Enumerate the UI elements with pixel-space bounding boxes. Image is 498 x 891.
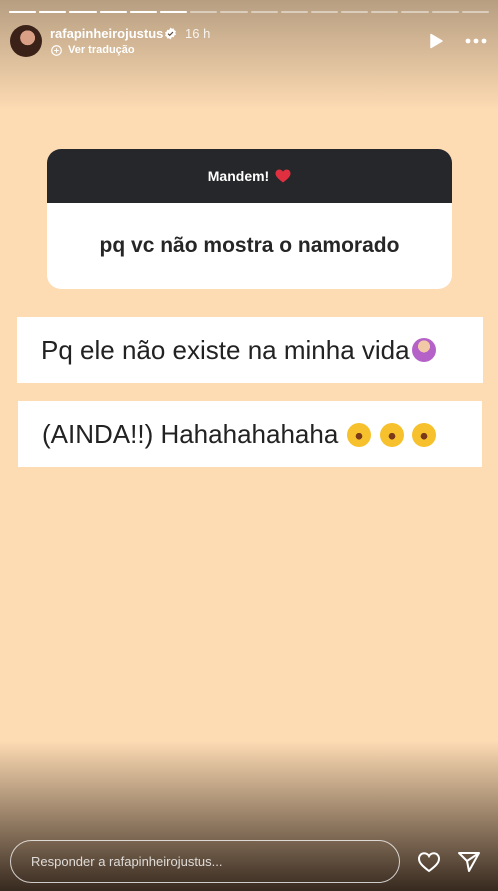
progress-segment [401, 11, 429, 13]
verified-badge-icon [165, 27, 176, 40]
red-heart-emoji-icon [275, 169, 291, 183]
question-prompt-text: Mandem! [207, 168, 270, 184]
progress-segment [461, 11, 489, 13]
progress-segment-fill [129, 11, 157, 13]
progress-segment [250, 11, 278, 13]
progress-segment [371, 11, 399, 13]
progress-segment [310, 11, 339, 13]
progress-segment-fill [99, 11, 127, 13]
rolling-laughing-emoji-icon [379, 422, 404, 447]
progress-segment-fill [159, 11, 188, 13]
laughing-emojis [346, 419, 436, 450]
progress-segment [431, 11, 459, 13]
question-text: pq vc não mostra o namorado [99, 234, 400, 257]
progress-segment-fill [39, 11, 67, 13]
progress-segment [190, 11, 218, 13]
story-progress-bar [9, 11, 489, 13]
progress-segment [159, 11, 188, 13]
more-options-icon[interactable] [464, 33, 488, 49]
progress-segment [69, 11, 97, 13]
play-icon[interactable] [428, 33, 444, 49]
reply-input[interactable]: Responder a rafapinheirojustus... [10, 840, 400, 883]
woman-shrugging-emoji-icon [411, 338, 436, 362]
progress-segment [280, 11, 308, 13]
progress-segment [341, 11, 369, 13]
story-header: rafapinheirojustus 16 h Ver tradução [10, 24, 488, 60]
username[interactable]: rafapinheirojustus [50, 26, 163, 41]
heart-icon[interactable] [417, 851, 441, 873]
answer-text-box: (AINDA!!) Hahahahahaha [18, 401, 482, 467]
progress-segment [39, 11, 67, 13]
reply-placeholder: Responder a rafapinheirojustus... [31, 854, 223, 869]
translate-icon [51, 45, 62, 56]
rolling-laughing-emoji-icon [347, 422, 372, 447]
answer-text: Pq ele não existe na minha vida [41, 334, 410, 365]
rolling-laughing-emoji-icon [411, 422, 436, 447]
answer-text: (AINDA!!) Hahahahahaha [42, 418, 339, 449]
progress-segment-fill [9, 11, 37, 13]
progress-segment [99, 11, 127, 13]
progress-segment [9, 11, 37, 13]
translate-link[interactable]: Ver tradução [68, 44, 135, 56]
post-time: 16 h [185, 26, 211, 41]
progress-segment [129, 11, 157, 13]
question-sticker[interactable]: Mandem! pq vc não mostra o namorado [47, 149, 452, 289]
story-viewer[interactable]: rafapinheirojustus 16 h Ver tradução Man… [0, 0, 498, 891]
progress-segment [220, 11, 248, 13]
answer-text-box: Pq ele não existe na minha vida [17, 317, 483, 383]
progress-segment-fill [69, 11, 97, 13]
question-prompt: Mandem! [47, 149, 452, 203]
send-icon[interactable] [457, 851, 481, 873]
avatar[interactable] [10, 25, 42, 57]
